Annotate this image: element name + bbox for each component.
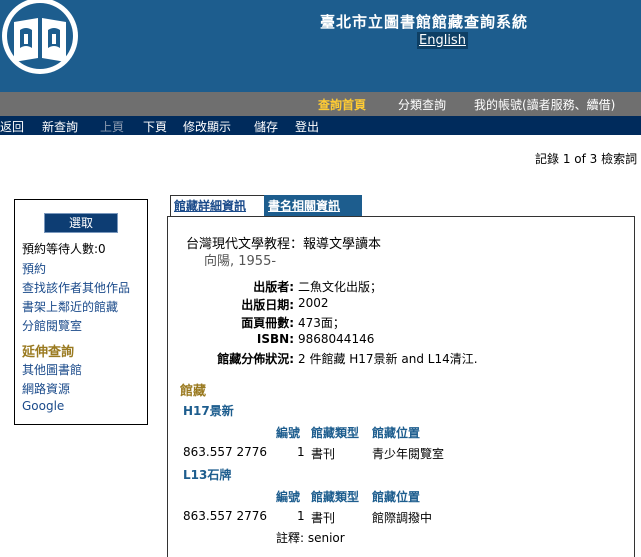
distribution-status-label: 館藏分佈狀況: xyxy=(217,352,294,366)
web-resources-link[interactable]: 網路資源 xyxy=(22,380,70,397)
call-number: 863.557 2776 xyxy=(183,509,267,523)
site-title: 臺北市立圖書館館藏查詢系統 xyxy=(320,13,529,31)
call-number: 863.557 2776 xyxy=(183,445,267,459)
logout-link[interactable]: 登出 xyxy=(295,118,319,135)
copy-number: 1 xyxy=(297,509,305,523)
select-button[interactable]: 選取 xyxy=(44,213,118,233)
branch-reading-room-link[interactable]: 分館閱覽室 xyxy=(22,317,82,334)
distribution-status-value: 2 件館藏 H17景新 and L14清江. xyxy=(298,352,478,366)
book-logo-icon xyxy=(0,0,84,78)
column-header-location: 館藏位置 xyxy=(372,490,421,504)
reserve-link[interactable]: 預約 xyxy=(22,260,46,277)
column-header-number: 編號 xyxy=(276,490,301,504)
isbn-value: 9868044146 xyxy=(298,332,375,346)
tab-holding-detail[interactable]: 館藏詳細資訊 xyxy=(170,195,266,216)
nav-category-search[interactable]: 分類查詢 xyxy=(398,96,446,113)
page-count-value: 473面； xyxy=(298,316,345,330)
save-link[interactable]: 儲存 xyxy=(254,118,278,135)
main-nav: 查詢首頁 分類查詢 我的帳號(讀者服務、續借) xyxy=(0,92,641,116)
next-page-link[interactable]: 下頁 xyxy=(143,118,167,135)
column-header-type: 館藏類型 xyxy=(311,426,360,440)
column-header-number: 編號 xyxy=(276,426,301,440)
item-type: 書刊 xyxy=(311,447,336,461)
book-author: 向陽, 1955- xyxy=(204,254,277,269)
other-libraries-link[interactable]: 其他圖書館 xyxy=(22,361,82,378)
library-logo[interactable] xyxy=(0,0,84,78)
nearby-shelf-link[interactable]: 書架上鄰近的館藏 xyxy=(22,298,118,315)
find-author-works-link[interactable]: 查找該作者其他作品 xyxy=(22,279,130,296)
column-header-location: 館藏位置 xyxy=(372,426,421,440)
extended-search-heading: 延伸查詢 xyxy=(22,345,75,360)
publisher-value: 二魚文化出版； xyxy=(298,280,383,294)
item-note: 註釋: senior xyxy=(276,531,345,545)
item-location: 館際調撥中 xyxy=(372,511,433,525)
modify-display-link[interactable]: 修改顯示 xyxy=(183,118,231,135)
branch-name: L13石牌 xyxy=(183,468,232,482)
item-type: 書刊 xyxy=(311,511,336,525)
options-panel: 選取 預約等待人數:0 預約 查找該作者其他作品 書架上鄰近的館藏 分館閱覽室 … xyxy=(14,199,148,425)
publisher-label: 出版者: xyxy=(253,280,294,294)
record-counter: 記錄 1 of 3 檢索詞 xyxy=(535,152,638,166)
back-link[interactable]: 返回 xyxy=(0,118,24,135)
hold-queue-count: 預約等待人數:0 xyxy=(22,242,106,256)
isbn-label: ISBN: xyxy=(256,332,294,346)
copy-number: 1 xyxy=(297,445,305,459)
new-search-link[interactable]: 新查詢 xyxy=(42,118,78,135)
page-count-label: 面頁冊數: xyxy=(241,316,294,330)
tab-title-related[interactable]: 書名相關資訊 xyxy=(264,195,362,217)
action-toolbar: 返回 新查詢 上頁 下頁 修改顯示 儲存 登出 xyxy=(0,116,641,135)
nav-my-account[interactable]: 我的帳號(讀者服務、續借) xyxy=(474,96,615,113)
item-location: 青少年閱覽室 xyxy=(372,447,445,461)
google-link[interactable]: Google xyxy=(22,399,64,413)
publish-date-label: 出版日期: xyxy=(241,298,294,312)
nav-search-home[interactable]: 查詢首頁 xyxy=(318,96,366,113)
holdings-heading: 館藏 xyxy=(180,384,207,399)
column-header-type: 館藏類型 xyxy=(311,490,360,504)
branch-name: H17景新 xyxy=(183,404,234,418)
site-header: 臺北市立圖書館館藏查詢系統 English xyxy=(0,0,641,92)
previous-page-link: 上頁 xyxy=(100,120,125,134)
english-link[interactable]: English xyxy=(417,32,468,49)
publish-date-value: 2002 xyxy=(298,296,329,310)
